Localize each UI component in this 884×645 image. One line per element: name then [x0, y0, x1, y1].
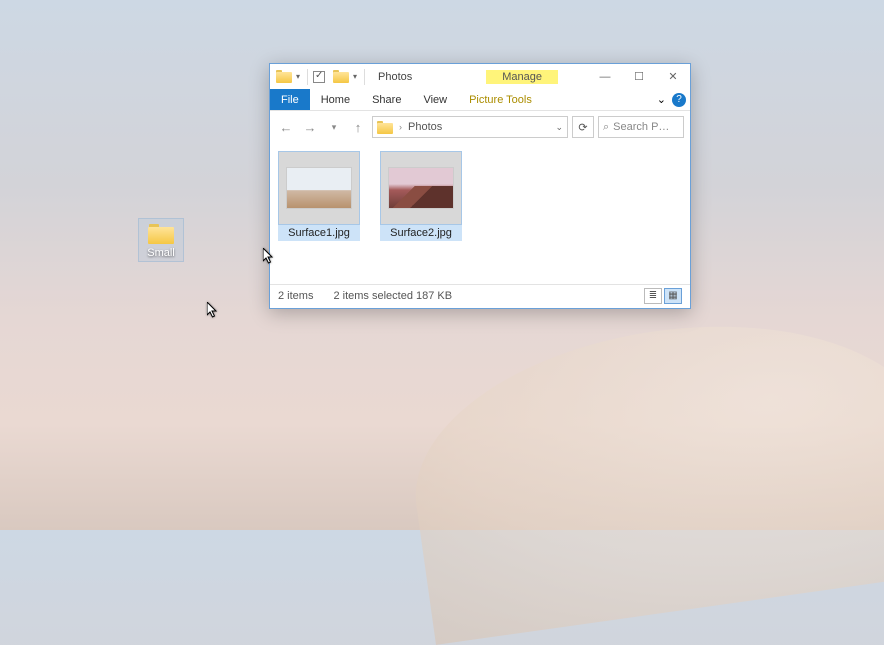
breadcrumb[interactable]: Photos — [408, 121, 442, 133]
ribbon-tab-file[interactable]: File — [270, 89, 310, 110]
file-name: Surface1.jpg — [278, 225, 360, 241]
folder-icon — [377, 121, 393, 134]
close-button[interactable]: ✕ — [656, 64, 690, 89]
details-view-button[interactable]: ≣ — [644, 288, 662, 304]
search-icon: ⌕ — [603, 121, 609, 134]
search-input[interactable]: ⌕ Search P… — [598, 116, 684, 138]
file-item-surface1[interactable]: Surface1.jpg — [278, 151, 360, 241]
qat-properties-icon[interactable] — [313, 71, 325, 83]
ribbon-tab-home[interactable]: Home — [310, 89, 361, 110]
desktop-icon-label: Small — [139, 247, 183, 259]
file-item-surface2[interactable]: Surface2.jpg — [380, 151, 462, 241]
up-button[interactable]: ↑ — [348, 117, 368, 137]
file-explorer-window: ▾ ▾ Photos Manage — ☐ ✕ File Home Share … — [269, 63, 691, 309]
recent-locations-button[interactable]: ▾ — [324, 117, 344, 137]
desktop-folder-small[interactable]: Small — [138, 218, 184, 262]
ribbon-collapse-icon[interactable]: ⌄ — [657, 93, 666, 106]
forward-button[interactable]: → — [300, 117, 320, 137]
help-icon[interactable]: ? — [672, 93, 686, 107]
quick-access-dropdown-icon[interactable]: ▾ — [296, 72, 304, 81]
status-bar: 2 items 2 items selected 187 KB ≣ ▦ — [270, 284, 690, 306]
item-count: 2 items — [278, 290, 313, 302]
ribbon-tab-share[interactable]: Share — [361, 89, 412, 110]
search-placeholder: Search P… — [613, 121, 669, 133]
back-button[interactable]: ← — [276, 117, 296, 137]
folder-icon — [276, 70, 292, 83]
address-history-dropdown-icon[interactable]: ⌄ — [555, 122, 563, 133]
cursor-icon — [207, 302, 219, 320]
folder-icon — [148, 224, 174, 244]
address-bar[interactable]: › Photos ⌄ — [372, 116, 568, 138]
titlebar[interactable]: ▾ ▾ Photos Manage — ☐ ✕ — [270, 64, 690, 89]
image-thumbnail — [388, 167, 454, 209]
qat-customize-icon[interactable]: ▾ — [353, 72, 361, 81]
refresh-button[interactable]: ⟳ — [572, 116, 594, 138]
chevron-right-icon[interactable]: › — [399, 122, 402, 132]
file-name: Surface2.jpg — [380, 225, 462, 241]
contextual-manage-tab[interactable]: Manage — [486, 70, 558, 84]
ribbon-tab-picture-tools[interactable]: Picture Tools — [458, 89, 543, 110]
selection-info: 2 items selected 187 KB — [333, 290, 452, 302]
icons-view-button[interactable]: ▦ — [664, 288, 682, 304]
ribbon: File Home Share View Picture Tools ⌄ ? — [270, 89, 690, 111]
maximize-button[interactable]: ☐ — [622, 64, 656, 89]
ribbon-tab-view[interactable]: View — [412, 89, 458, 110]
image-thumbnail — [286, 167, 352, 209]
minimize-button[interactable]: — — [588, 64, 622, 89]
navigation-bar: ← → ▾ ↑ › Photos ⌄ ⟳ ⌕ Search P… — [270, 111, 690, 143]
qat-new-folder-icon[interactable] — [333, 70, 349, 83]
file-list[interactable]: Surface1.jpg Surface2.jpg — [270, 143, 690, 284]
window-title: Photos — [378, 71, 412, 83]
